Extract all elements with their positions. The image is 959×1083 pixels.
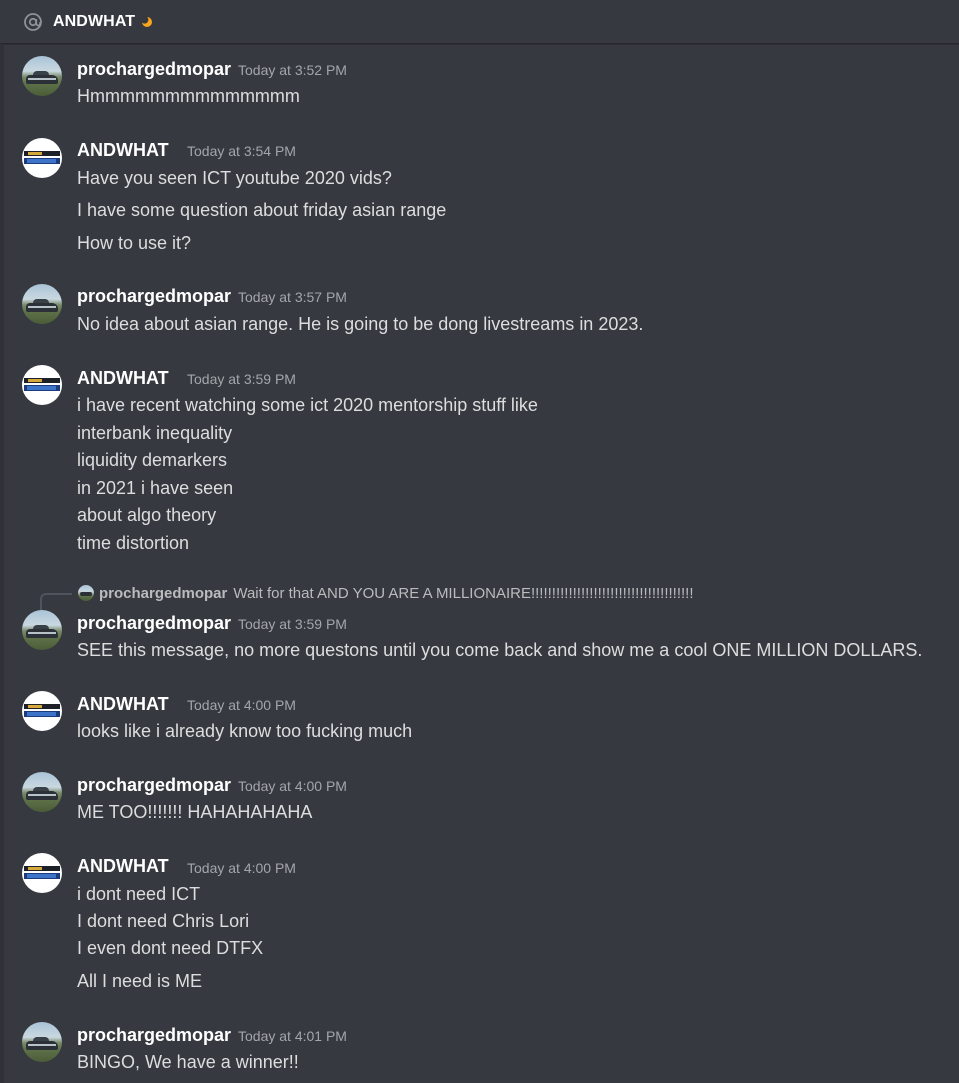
avatar[interactable] xyxy=(22,772,62,812)
message-text: I dont need Chris Lori xyxy=(77,911,250,931)
moon-icon xyxy=(141,15,153,28)
message-text: time distortion xyxy=(77,533,190,553)
message-text: BINGO, We have a winner!! xyxy=(77,1052,299,1072)
username[interactable]: prochargedmopar xyxy=(77,286,231,307)
message-text: Hmmmmmmmmmmmmmm xyxy=(77,86,300,106)
timestamp: Today at 4:00 PM xyxy=(238,778,347,794)
message-text: i dont need ICT xyxy=(77,884,201,904)
avatar[interactable] xyxy=(22,610,62,650)
username[interactable]: prochargedmopar xyxy=(77,775,231,796)
timestamp: Today at 3:59 PM xyxy=(187,371,296,387)
timestamp: Today at 3:52 PM xyxy=(238,62,347,78)
avatar[interactable] xyxy=(22,365,62,405)
message-text: i have recent watching some ict 2020 men… xyxy=(77,395,538,415)
username[interactable]: ANDWHAT xyxy=(77,694,169,715)
message-text: SEE this message, no more questons until… xyxy=(77,640,923,660)
message-text: How to use it? xyxy=(77,233,192,253)
message-text: interbank inequality xyxy=(77,423,233,443)
message-text: No idea about asian range. He is going t… xyxy=(77,314,644,334)
avatar[interactable] xyxy=(22,853,62,893)
reply-preview[interactable]: prochargedmopar Wait for that AND YOU AR… xyxy=(78,583,694,603)
at-icon xyxy=(22,11,44,33)
channel-header: ANDWHAT xyxy=(0,0,959,44)
message-text: All I need is ME xyxy=(77,971,203,991)
reply-username[interactable]: prochargedmopar xyxy=(99,585,227,602)
avatar[interactable] xyxy=(22,691,62,731)
message-text: liquidity demarkers xyxy=(77,450,228,470)
username[interactable]: ANDWHAT xyxy=(77,140,169,161)
timestamp: Today at 4:00 PM xyxy=(187,697,296,713)
reply-avatar xyxy=(78,585,94,601)
message-text: I have some question about friday asian … xyxy=(77,200,447,220)
timestamp: Today at 3:54 PM xyxy=(187,143,296,159)
avatar[interactable] xyxy=(22,284,62,324)
username[interactable]: prochargedmopar xyxy=(77,59,231,80)
avatar[interactable] xyxy=(22,56,62,96)
avatar[interactable] xyxy=(22,138,62,178)
username[interactable]: prochargedmopar xyxy=(77,613,231,634)
timestamp: Today at 3:59 PM xyxy=(238,616,347,632)
channel-title: ANDWHAT xyxy=(53,12,136,30)
username[interactable]: prochargedmopar xyxy=(77,1025,231,1046)
reply-spine xyxy=(40,593,72,611)
timestamp: Today at 3:57 PM xyxy=(238,289,347,305)
username[interactable]: ANDWHAT xyxy=(77,856,169,877)
message-text: ME TOO!!!!!!! HAHAHAHAHA xyxy=(77,802,313,822)
message-text: I even dont need DTFX xyxy=(77,938,264,958)
reply-text[interactable]: Wait for that AND YOU ARE A MILLIONAIRE!… xyxy=(233,585,693,602)
username[interactable]: ANDWHAT xyxy=(77,368,169,389)
timestamp: Today at 4:01 PM xyxy=(238,1028,347,1044)
message-text: looks like i already know too fucking mu… xyxy=(77,721,413,741)
message-text: Have you seen ICT youtube 2020 vids? xyxy=(77,168,392,188)
left-edge xyxy=(0,44,4,1083)
message-text: about algo theory xyxy=(77,505,217,525)
timestamp: Today at 4:00 PM xyxy=(187,860,296,876)
avatar[interactable] xyxy=(22,1022,62,1062)
message-text: in 2021 i have seen xyxy=(77,478,234,498)
